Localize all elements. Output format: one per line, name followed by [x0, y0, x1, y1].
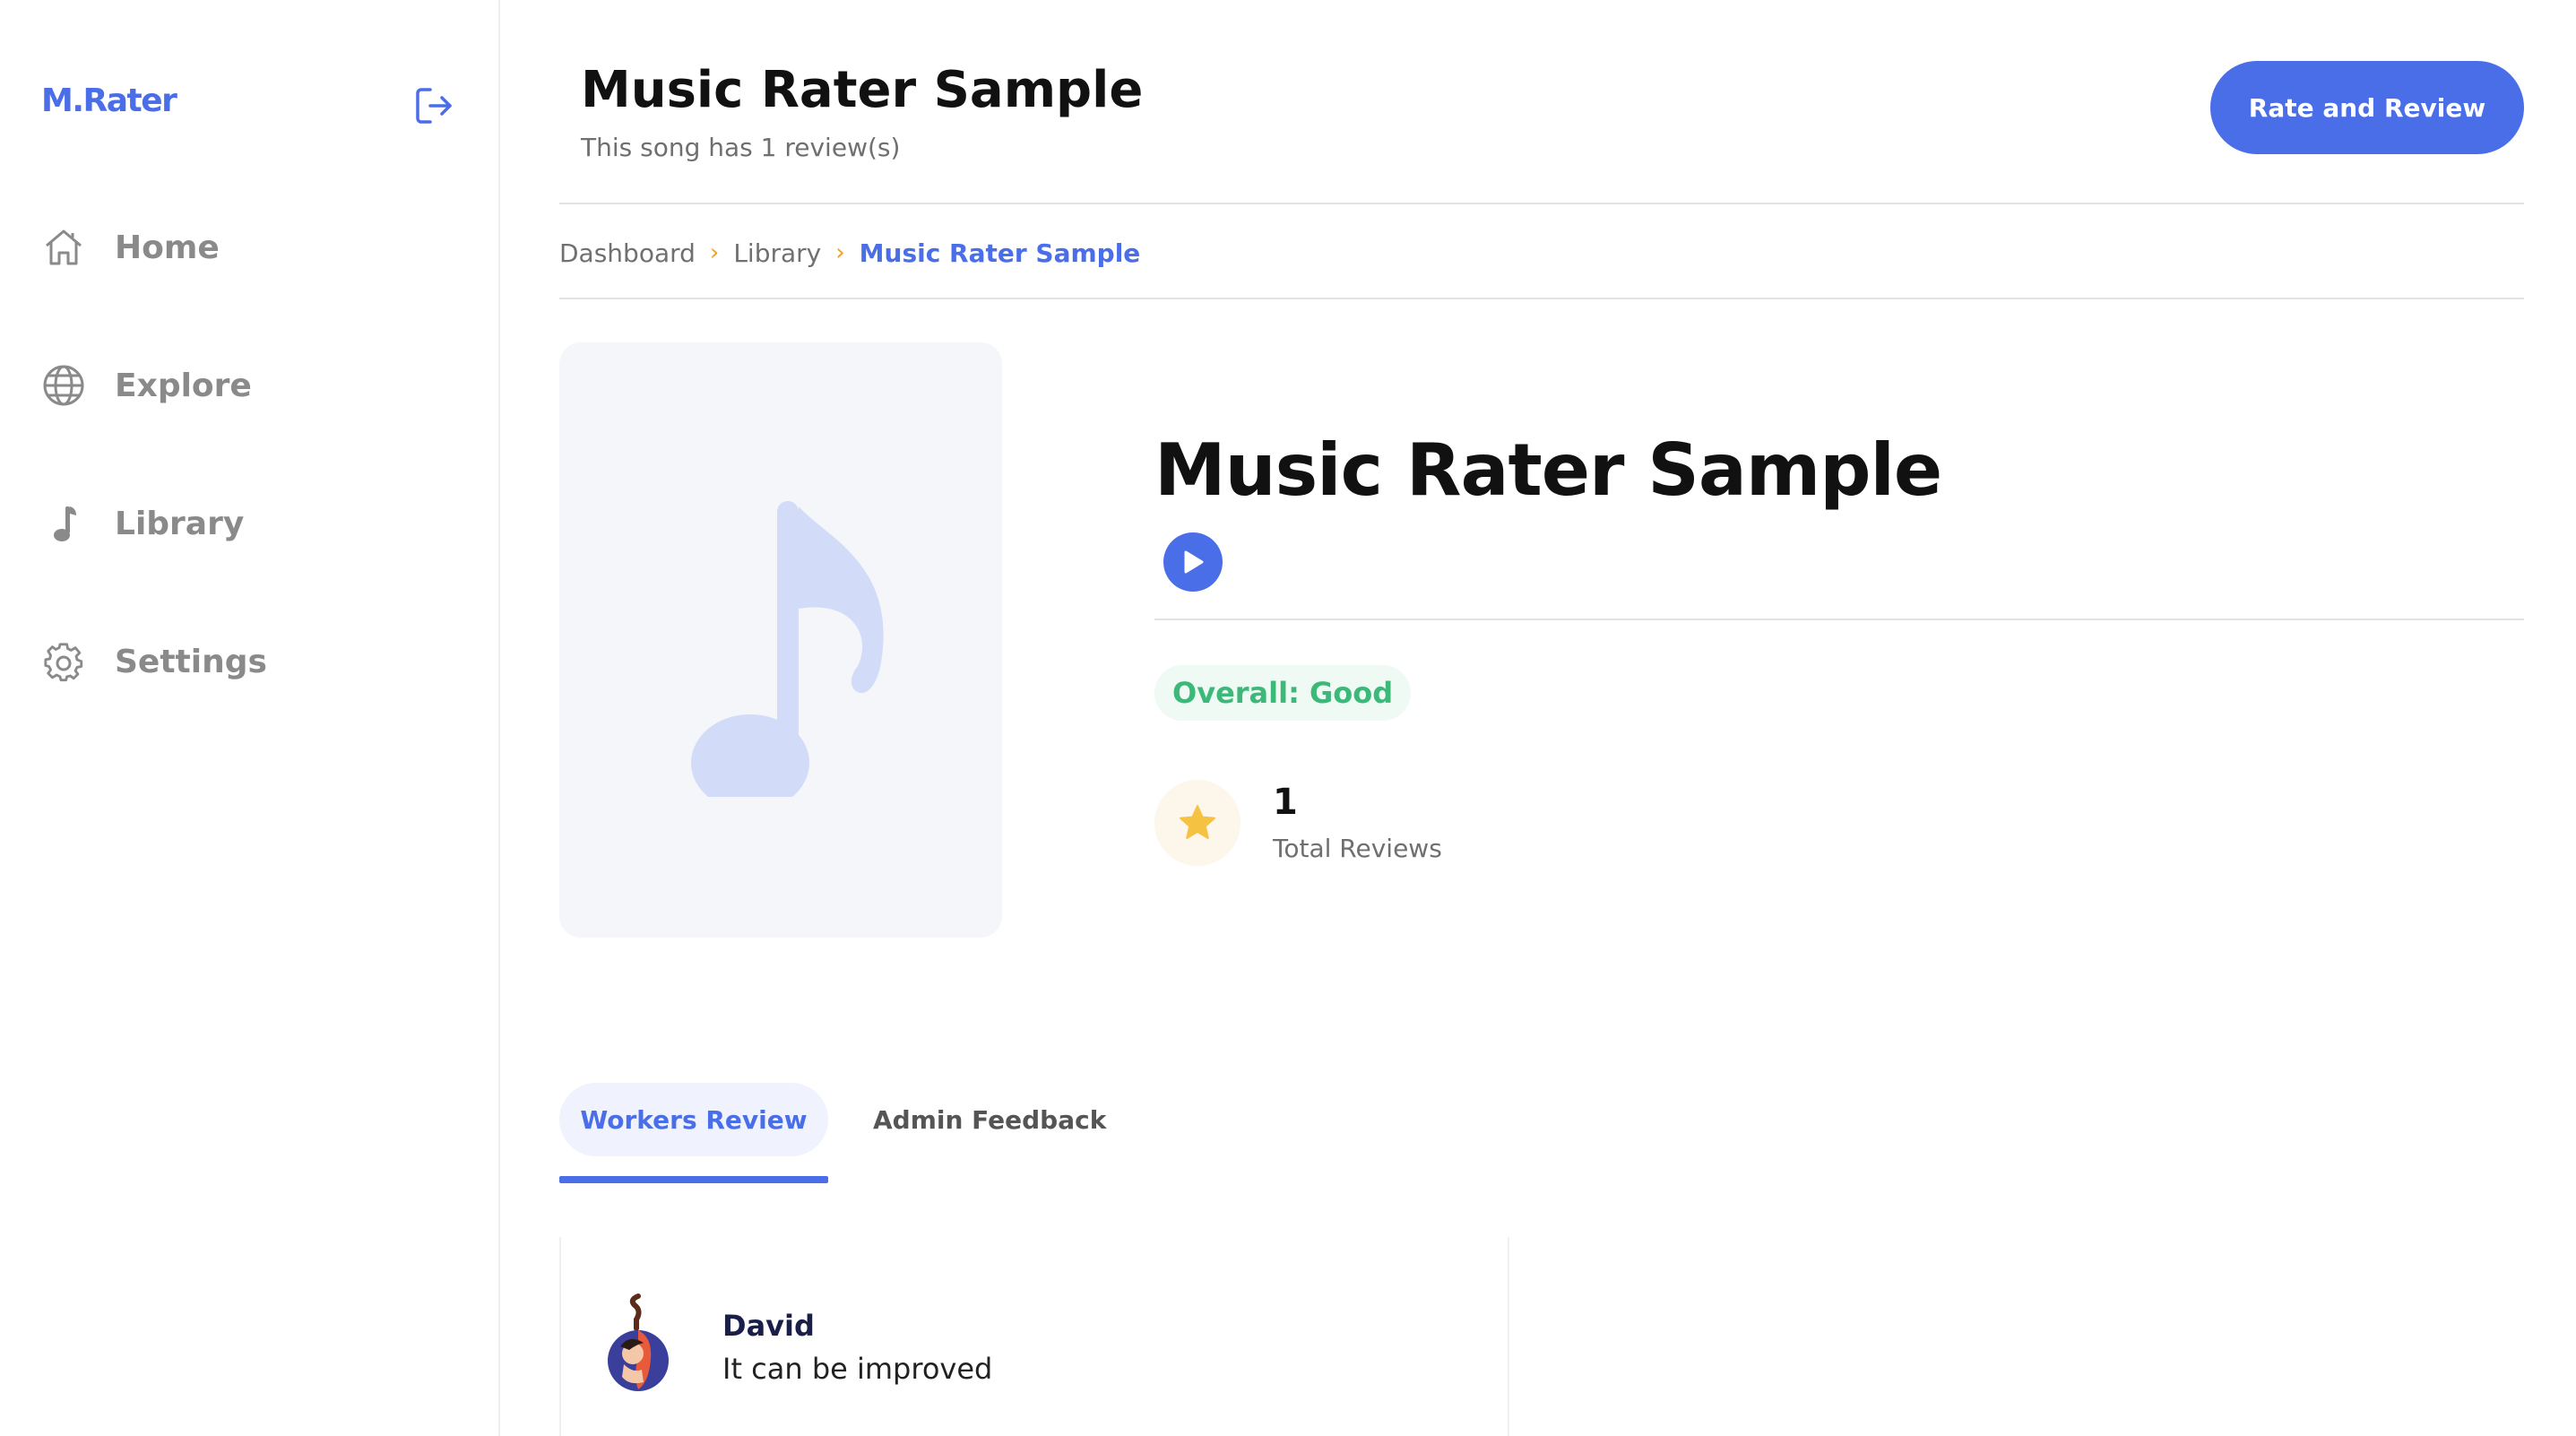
- music-note-icon: [41, 501, 86, 546]
- app-logo[interactable]: M.Rater: [41, 82, 177, 119]
- sidebar-item-label: Explore: [115, 367, 252, 404]
- globe-icon: [41, 363, 86, 408]
- tab-workers-review[interactable]: Workers Review: [559, 1083, 828, 1156]
- active-tab-indicator: [559, 1176, 828, 1183]
- sidebar-item-settings[interactable]: Settings: [41, 635, 267, 688]
- chevron-right-icon: ›: [709, 239, 720, 266]
- sidebar-item-home[interactable]: Home: [41, 221, 220, 274]
- sidebar: M.Rater Home Explore Library Settings: [0, 0, 500, 1436]
- breadcrumb-library[interactable]: Library: [733, 238, 821, 268]
- song-cover: [559, 342, 1002, 938]
- divider: [559, 203, 2524, 204]
- overall-rating-badge: Overall: Good: [1154, 665, 1412, 721]
- breadcrumb-dashboard[interactable]: Dashboard: [559, 238, 696, 268]
- review-card: David It can be improved: [559, 1237, 1509, 1436]
- tab-admin-feedback[interactable]: Admin Feedback: [873, 1083, 1106, 1156]
- sidebar-item-label: Library: [115, 505, 245, 542]
- star-icon: [1154, 780, 1240, 866]
- gear-icon: [41, 639, 86, 684]
- sidebar-item-label: Home: [115, 229, 220, 266]
- rate-and-review-button[interactable]: Rate and Review: [2210, 61, 2524, 154]
- avatar: [602, 1293, 674, 1391]
- play-icon: [1184, 550, 1204, 574]
- page-title: Music Rater Sample: [581, 61, 1144, 119]
- home-icon: [41, 225, 86, 270]
- play-button[interactable]: [1163, 532, 1223, 592]
- sidebar-item-library[interactable]: Library: [41, 497, 244, 550]
- reviewer-name: David: [722, 1309, 815, 1343]
- breadcrumb-current: Music Rater Sample: [859, 238, 1141, 268]
- music-note-icon: [691, 501, 884, 797]
- breadcrumb: Dashboard › Library › Music Rater Sample: [559, 235, 1140, 271]
- total-reviews-label: Total Reviews: [1273, 834, 1442, 863]
- logout-icon[interactable]: [412, 84, 455, 127]
- divider: [1154, 619, 2524, 620]
- sidebar-item-label: Settings: [115, 643, 267, 680]
- song-title: Music Rater Sample: [1154, 428, 1942, 512]
- page-subtitle: This song has 1 review(s): [581, 133, 901, 162]
- sidebar-item-explore[interactable]: Explore: [41, 359, 252, 412]
- divider: [559, 298, 2524, 299]
- chevron-right-icon: ›: [835, 239, 845, 266]
- review-text: It can be improved: [722, 1352, 993, 1386]
- total-reviews-count: 1: [1273, 782, 1298, 823]
